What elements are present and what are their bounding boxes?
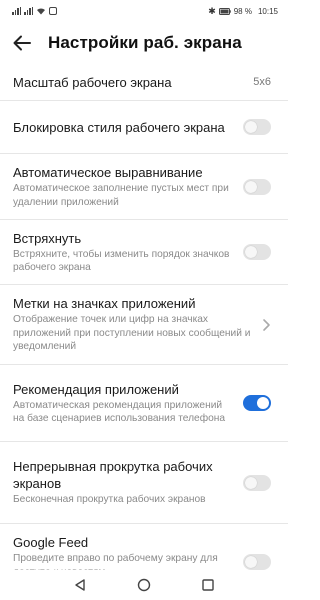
setting-badges[interactable]: Метки на значках приложений Отображение … [0,285,288,365]
header: Настройки раб. экрана [0,22,288,64]
back-button[interactable] [12,33,32,53]
setting-auto-align[interactable]: Автоматическое выравнивание Автоматическ… [0,154,288,220]
setting-title: Автоматическое выравнивание [13,165,203,180]
signal-icon [12,7,21,15]
continuous-scroll-toggle[interactable] [243,474,271,491]
setting-title: Непрерывная прокрутка рабочих экранов [13,459,213,492]
bluetooth-icon: ✱ [208,5,216,16]
page-title: Настройки раб. экрана [48,33,242,52]
status-left [12,7,57,15]
signal-2-icon [24,7,33,15]
status-bar: ✱ 98 % 10:15 [0,0,288,22]
wifi-icon [37,8,45,15]
setting-subtitle: Автоматическая рекомендация приложений н… [13,399,226,425]
auto-align-toggle[interactable] [243,178,271,195]
setting-shake[interactable]: Встряхнуть Встряхните, чтобы изменить по… [0,220,288,285]
setting-title: Метки на значках приложений [13,296,196,312]
setting-continuous-scroll[interactable]: Непрерывная прокрутка рабочих экранов Бе… [0,442,288,524]
setting-google-feed[interactable]: Google Feed Проведите вправо по рабочему… [0,524,288,570]
setting-title: Встряхнуть [13,230,82,246]
settings-list: Масштаб рабочего экрана 5x6 Блокировка с… [0,64,288,570]
setting-title: Рекомендация приложений [13,381,179,397]
back-arrow-icon [13,35,31,51]
setting-app-suggestions[interactable]: Рекомендация приложений Автоматическая р… [0,365,288,442]
setting-subtitle: Проведите вправо по рабочему экрану для … [13,553,218,570]
setting-subtitle: Бесконечная прокрутка рабочих экранов [13,494,206,506]
setting-value: 5x6 [253,76,271,88]
layout-lock-toggle[interactable] [243,119,271,135]
setting-title: Блокировка стиля рабочего экрана [13,119,225,135]
google-feed-toggle[interactable] [243,554,271,570]
battery-icon [218,7,231,15]
setting-subtitle: Автоматическое заполнение пустых мест пр… [13,183,229,208]
shake-toggle[interactable] [243,244,271,260]
battery-percent: 98 % [233,6,252,16]
clock: 10:15 [257,6,278,16]
notification-icon [49,7,57,15]
status-right: ✱ 98 % 10:15 [208,6,278,17]
circle-home-icon[interactable] [137,578,151,592]
setting-title: Google Feed [13,535,89,550]
app-suggestions-toggle[interactable] [243,395,271,411]
setting-layout-lock[interactable]: Блокировка стиля рабочего экрана [0,101,288,154]
square-recents-icon[interactable] [201,578,215,592]
setting-title: Масштаб рабочего экрана [13,74,172,90]
setting-subtitle: Отображение точек или цифр на значках пр… [13,314,251,353]
navigation-bar [0,570,288,600]
chevron-right-icon [263,318,270,331]
setting-screen-scale[interactable]: Масштаб рабочего экрана 5x6 [0,64,288,101]
triangle-back-icon[interactable] [73,578,87,592]
setting-subtitle: Встряхните, чтобы изменить порядок значк… [13,248,230,274]
